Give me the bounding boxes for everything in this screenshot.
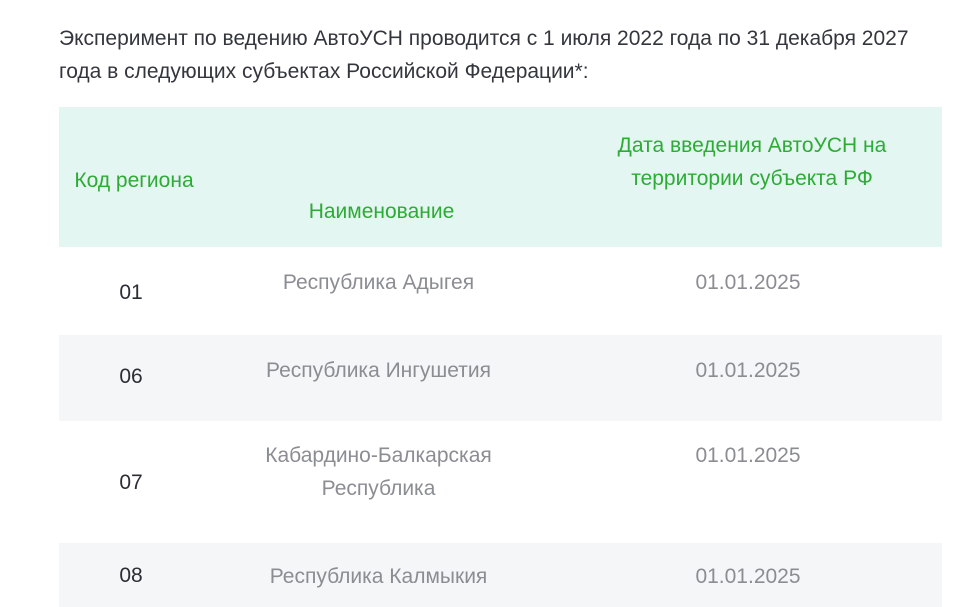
row-name: Кабардино-Балкарская Республика bbox=[265, 444, 492, 500]
row-code: 01 bbox=[119, 280, 143, 304]
row-code: 06 bbox=[119, 364, 143, 388]
row-date: 01.01.2025 bbox=[695, 359, 801, 382]
table-row: 01 Республика Адыгея 01.01.2025 bbox=[59, 247, 942, 335]
table-row: 07 Кабардино-Балкарская Республика 01.01… bbox=[59, 421, 942, 543]
header-code: Код региона bbox=[74, 169, 194, 192]
row-date: 01.01.2025 bbox=[695, 271, 801, 294]
table-row: 06 Республика Ингушетия 01.01.2025 bbox=[59, 335, 942, 421]
row-name: Республика Калмыкия bbox=[269, 565, 488, 588]
row-code: 07 bbox=[119, 470, 143, 494]
header-name: Наименование bbox=[308, 200, 455, 223]
header-date: Дата введения АвтоУСН на территории субъ… bbox=[617, 134, 887, 190]
row-code: 08 bbox=[119, 563, 143, 587]
row-date: 01.01.2025 bbox=[695, 565, 801, 588]
row-name: Республика Ингушетия bbox=[265, 359, 491, 382]
table-header-row: Код региона Наименование Дата введения А… bbox=[59, 107, 942, 247]
intro-paragraph: Эксперимент по ведению АвтоУСН проводитс… bbox=[59, 27, 909, 83]
regions-table: Код региона Наименование Дата введения А… bbox=[59, 107, 942, 607]
page: Эксперимент по ведению АвтоУСН проводитс… bbox=[0, 0, 962, 607]
row-date: 01.01.2025 bbox=[695, 444, 801, 467]
row-name: Республика Адыгея bbox=[282, 271, 475, 294]
table-row: 08 Республика Калмыкия 01.01.2025 bbox=[59, 543, 942, 607]
